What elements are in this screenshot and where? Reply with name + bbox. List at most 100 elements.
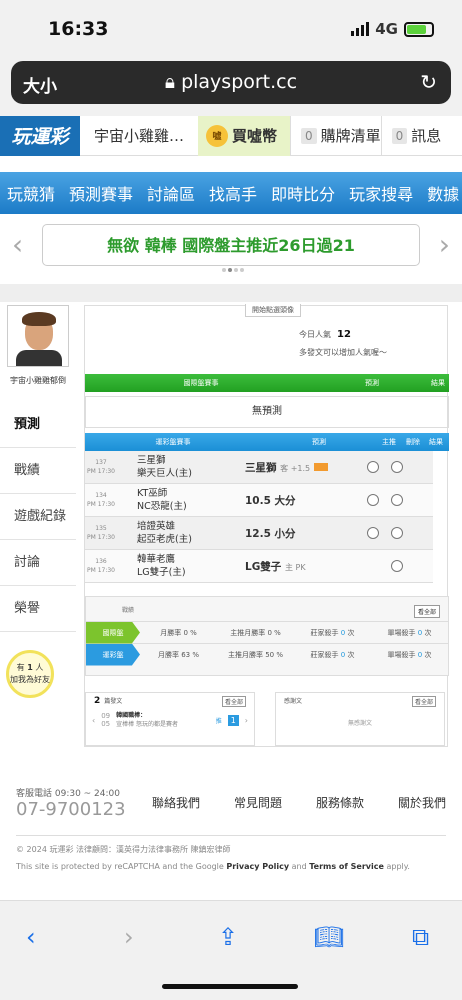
service-hours: 客服電話 09:30 ~ 24:00 bbox=[16, 789, 120, 799]
sidebar-item-record[interactable]: 戰績 bbox=[0, 448, 76, 494]
delete-radio[interactable] bbox=[391, 461, 403, 473]
away-team: 三星獅 bbox=[137, 455, 166, 466]
killer: 0 bbox=[340, 628, 346, 637]
friend-invite-bulb[interactable]: 有 1 人 加我為好友 bbox=[6, 650, 54, 698]
tabs-icon[interactable]: ⧉ bbox=[412, 923, 429, 951]
and-text: and bbox=[291, 862, 307, 871]
ribbon-tab[interactable]: 開始點選頭像 bbox=[245, 304, 301, 317]
site-logo[interactable]: 玩運彩 bbox=[0, 115, 80, 156]
table-row: 135 PM 17:30 培證英雄 起亞老虎(主) 12.5 小分 bbox=[85, 517, 433, 550]
delete-radio[interactable] bbox=[391, 560, 403, 572]
thanks-label: 感謝文 bbox=[284, 698, 303, 705]
record-label: 國際盤 bbox=[86, 621, 140, 644]
lottery-pred-header: 預測 bbox=[312, 438, 326, 446]
footer-link-about[interactable]: 關於我們 bbox=[398, 794, 446, 811]
home-indicator bbox=[162, 984, 298, 989]
menu-item-livescore[interactable]: 即時比分 bbox=[264, 181, 342, 205]
footer-link-faq[interactable]: 常見問題 bbox=[234, 794, 282, 811]
battery-icon bbox=[404, 21, 434, 37]
menu-item-data[interactable]: 數據 bbox=[420, 181, 462, 205]
posts-box: 2 篇發文 看全部 ‹ 09 05 韓國職棒： 宣棒棒 怒玩的都是賽者 推 1 › bbox=[85, 692, 255, 746]
message-count: 0 bbox=[391, 127, 408, 144]
privacy-link[interactable]: Privacy Policy bbox=[226, 862, 289, 871]
posts-view-all-button[interactable]: 看全部 bbox=[221, 696, 246, 707]
promo-banner[interactable]: 無欲 韓棒 國際盤主推近26日過21 bbox=[42, 224, 420, 266]
record-view-all-button[interactable]: 看全部 bbox=[413, 605, 440, 618]
main-month: 50 % bbox=[265, 650, 284, 659]
pick: 三星獅 bbox=[245, 461, 277, 474]
buy-coin-button[interactable]: 噓 買噓幣 bbox=[198, 115, 290, 156]
killer-label: 莊家殺手 bbox=[310, 650, 339, 659]
avatar[interactable] bbox=[7, 305, 69, 367]
terms-link[interactable]: Terms of Service bbox=[309, 862, 384, 871]
menu-item-experts[interactable]: 找高手 bbox=[202, 181, 264, 205]
delete-radio[interactable] bbox=[391, 494, 403, 506]
top-nav: 玩運彩 宇宙小雞雞… 噓 買噓幣 0 購牌清單 0 訊息 bbox=[0, 115, 462, 156]
post-item[interactable]: ‹ 09 05 韓國職棒： 宣棒棒 怒玩的都是賽者 推 1 › bbox=[86, 709, 254, 731]
apply-text: apply. bbox=[386, 862, 410, 871]
intl-pred-header: 預測 bbox=[365, 379, 379, 387]
captcha-text: This site is protected by reCAPTCHA and … bbox=[16, 862, 224, 871]
footer-link-terms[interactable]: 服務條款 bbox=[316, 794, 364, 811]
chevron-right-icon[interactable]: › bbox=[439, 228, 450, 261]
nav-username[interactable]: 宇宙小雞雞… bbox=[80, 125, 198, 146]
sidebar-item-predict[interactable]: 預測 bbox=[0, 402, 76, 448]
single-unit: 次 bbox=[424, 628, 432, 637]
away-team: 韓華老鷹 bbox=[137, 554, 176, 565]
menu-item-forum[interactable]: 討論區 bbox=[140, 181, 202, 205]
footer-link-contact[interactable]: 聯絡我們 bbox=[152, 794, 200, 811]
forward-icon[interactable]: › bbox=[124, 923, 134, 951]
posts-label: 篇發文 bbox=[104, 698, 123, 705]
sidebar-item-game-log[interactable]: 遊戲紀錄 bbox=[0, 494, 76, 540]
game-id: 135 bbox=[95, 525, 107, 532]
intl-result-header: 結果 bbox=[431, 379, 445, 387]
bookmarks-icon[interactable]: 📖︎ bbox=[314, 923, 344, 951]
thanks-view-all-button[interactable]: 看全部 bbox=[411, 696, 436, 707]
game-time: PM 17:30 bbox=[87, 501, 115, 508]
sidebar-item-discuss[interactable]: 討論 bbox=[0, 540, 76, 586]
nav-cart[interactable]: 0 購牌清單 bbox=[290, 115, 381, 156]
main-pick-radio[interactable] bbox=[367, 527, 379, 539]
coin-icon: 噓 bbox=[206, 124, 228, 147]
intl-game-header: 國際盤賽事 bbox=[183, 379, 219, 387]
post-title: 韓國職棒： bbox=[116, 712, 147, 719]
signal-icon bbox=[351, 22, 370, 36]
record-label: 運彩盤 bbox=[86, 643, 140, 666]
nav-messages[interactable]: 0 訊息 bbox=[380, 115, 441, 156]
service-phone[interactable]: 07-9700123 bbox=[16, 799, 126, 820]
month-win: 0 % bbox=[183, 628, 197, 637]
lottery-table-header: 運彩盤賽事 預測 主推 刪除 結果 bbox=[85, 433, 449, 451]
main-pick-radio[interactable] bbox=[367, 461, 379, 473]
profile-main: 開始點選頭像 今日人氣 12 多發文可以增加人氣喔～ 國際盤賽事 預測 結果 無預… bbox=[84, 304, 449, 747]
menu-item-predict[interactable]: 預測賽事 bbox=[62, 181, 140, 205]
home-team: LG雙子(主) bbox=[137, 567, 186, 578]
record-panel: 戰績 看全部 國際盤 月勝率 0 % 主推月勝率 0 % 莊家殺手 0 次 單場… bbox=[85, 596, 449, 676]
share-icon[interactable]: ⇪ bbox=[218, 923, 238, 951]
chevron-right-icon[interactable]: › bbox=[245, 716, 248, 725]
reload-icon[interactable]: ↻ bbox=[420, 70, 437, 94]
invite-count: 1 bbox=[27, 663, 33, 672]
sidebar-item-honor[interactable]: 榮譽 bbox=[0, 586, 76, 632]
no-thanks: 無感謝文 bbox=[347, 720, 372, 727]
back-icon[interactable]: ‹ bbox=[26, 923, 36, 951]
site-footer: 客服電話 09:30 ~ 24:00 07-9700123 聯絡我們 常見問題 … bbox=[0, 782, 462, 900]
delete-radio[interactable] bbox=[391, 527, 403, 539]
post-subtitle: 宣棒棒 怒玩的都是賽者 bbox=[116, 721, 179, 728]
game-time: PM 17:30 bbox=[87, 567, 115, 574]
push-count: 1 bbox=[227, 714, 239, 726]
pick: 10.5 大分 bbox=[245, 494, 296, 507]
post-month: 09 bbox=[101, 712, 111, 720]
address-bar[interactable]: 大小 🔒︎ playsport.cc ↻ bbox=[11, 61, 451, 104]
main-pick-radio[interactable] bbox=[367, 494, 379, 506]
pick: LG雙子 bbox=[245, 560, 282, 573]
menu-item-quiz[interactable]: 玩競猜 bbox=[0, 181, 62, 205]
menu-item-player-search[interactable]: 玩家搜尋 bbox=[342, 181, 420, 205]
chevron-left-icon[interactable]: ‹ bbox=[92, 716, 95, 725]
status-time: 16:33 bbox=[48, 18, 109, 40]
lottery-main-header: 主推 bbox=[382, 438, 396, 446]
post-day: 05 bbox=[101, 720, 111, 728]
no-prediction: 無預測 bbox=[85, 396, 449, 428]
killer-unit: 次 bbox=[347, 650, 355, 659]
home-team: NC恐龍(主) bbox=[137, 501, 187, 512]
chevron-left-icon[interactable]: ‹ bbox=[12, 228, 23, 261]
